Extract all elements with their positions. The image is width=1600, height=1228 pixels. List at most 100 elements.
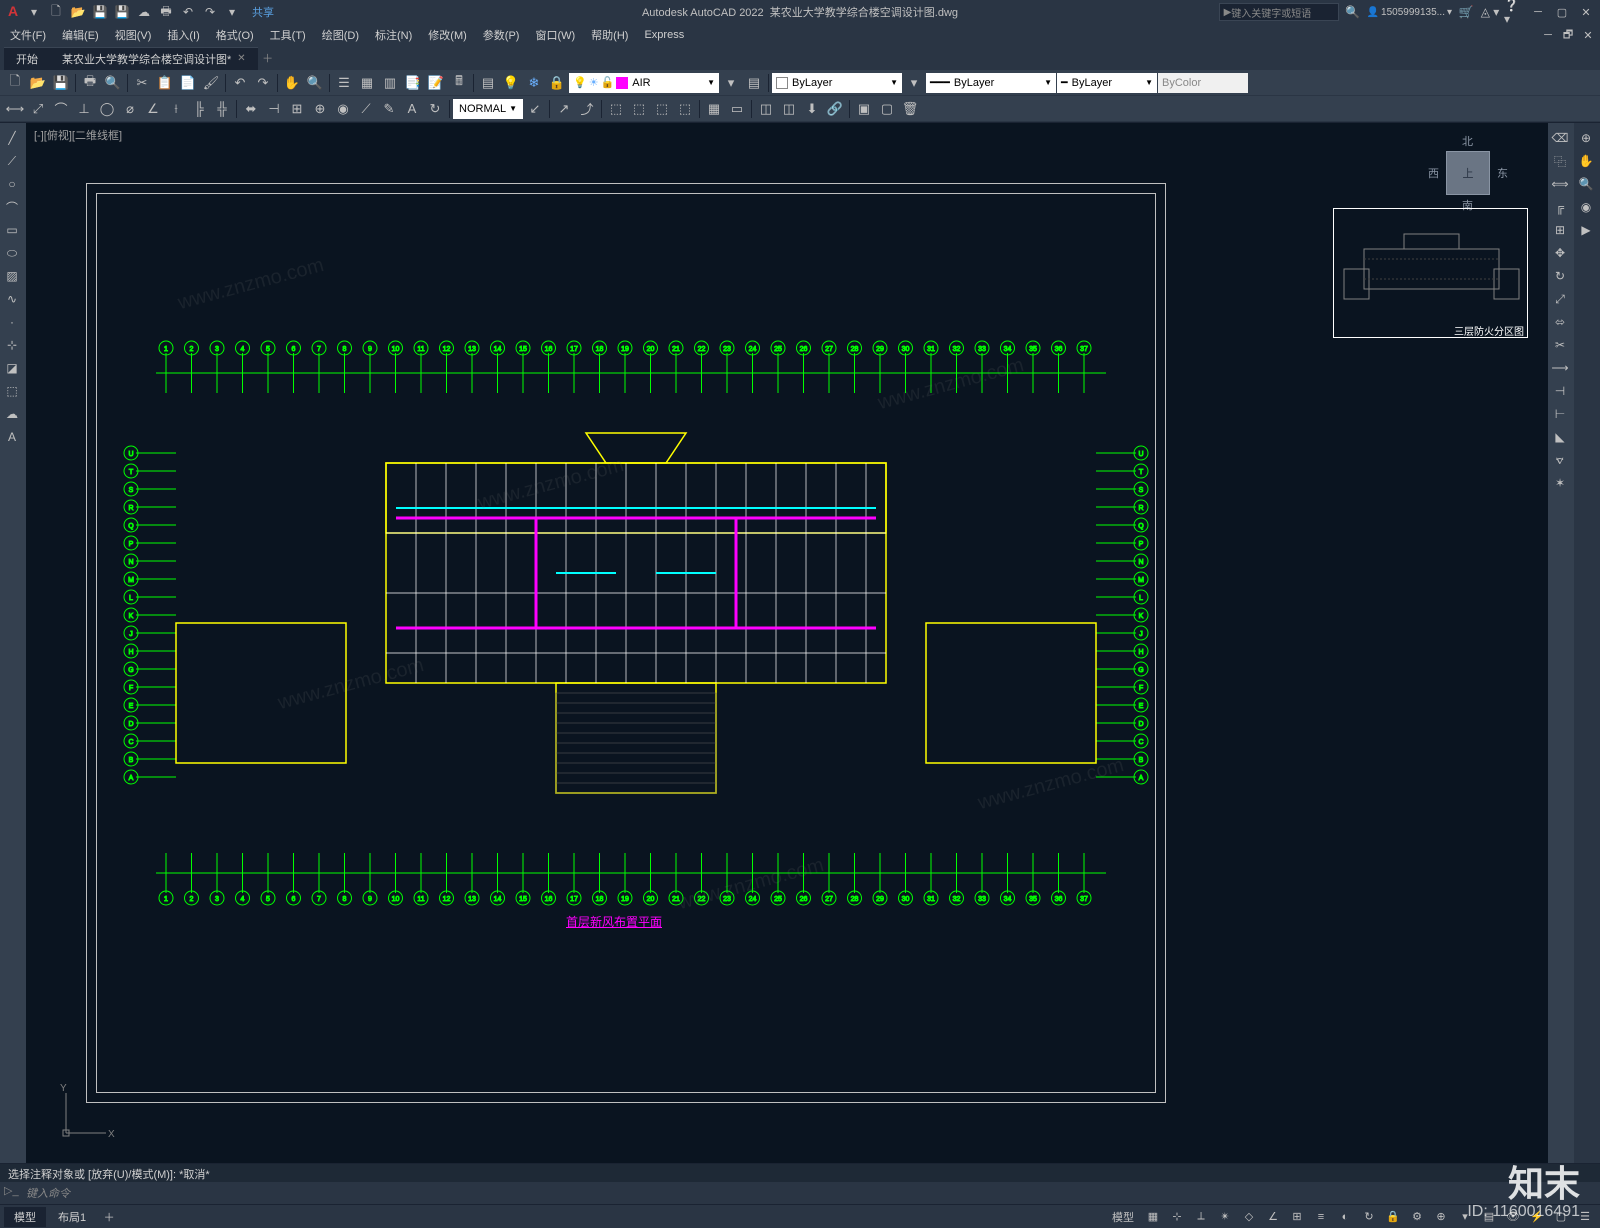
dimstyle-edit-icon[interactable]: ↙ <box>524 98 546 120</box>
dim-diameter-icon[interactable]: ⌀ <box>119 98 141 120</box>
menu-format[interactable]: 格式(O) <box>208 25 262 45</box>
boundary-icon[interactable]: ⬚ <box>0 380 24 402</box>
snap-toggle-icon[interactable]: ⊹ <box>1166 1207 1188 1227</box>
purge-icon[interactable]: 🗑 <box>899 98 921 120</box>
dim-linear-icon[interactable]: ⟷ <box>4 98 26 120</box>
mleader-icon[interactable]: ⤴ <box>576 98 598 120</box>
annotation-monitor-icon[interactable]: ⊕ <box>1430 1207 1452 1227</box>
toolpalette-icon[interactable]: ▥ <box>379 72 401 94</box>
scale-icon[interactable]: ⤢ <box>1548 288 1572 310</box>
linetype-dropdown[interactable]: ━━━ByLayer▼ <box>926 73 1056 93</box>
trim-icon[interactable]: ✂ <box>1548 334 1572 356</box>
pan-nav-icon[interactable]: ✋ <box>1574 150 1598 172</box>
drawing-canvas[interactable]: [-][俯视][二维线框] 北 南 西 东 上 三层防火分区图 <box>26 123 1548 1163</box>
copy-icon[interactable]: 📋 <box>154 72 176 94</box>
table-icon[interactable]: ▦ <box>703 98 725 120</box>
undo-icon[interactable]: ↶ <box>229 72 251 94</box>
workspace-icon[interactable]: ⚙ <box>1406 1207 1428 1227</box>
calc-icon[interactable]: 🖩 <box>448 72 470 94</box>
layer-tools-icon[interactable]: ▤ <box>743 72 765 94</box>
search-icon[interactable]: 🔍 <box>1343 2 1363 22</box>
chamfer-icon[interactable]: ◣ <box>1548 426 1572 448</box>
menu-tools[interactable]: 工具(T) <box>262 25 314 45</box>
tab-close-icon[interactable]: ✕ <box>237 53 245 64</box>
doc-minimize-button[interactable]: ─ <box>1538 26 1558 44</box>
mirror-icon[interactable]: ⟺ <box>1548 173 1572 195</box>
qat-saveas-icon[interactable]: 💾 <box>112 2 132 22</box>
user-account[interactable]: 👤 1505999135... ▾ <box>1367 7 1452 18</box>
insert-icon[interactable]: ⬇ <box>801 98 823 120</box>
help-icon[interactable]: ❔ ▾ <box>1504 2 1524 22</box>
break-icon[interactable]: ⊣ <box>1548 380 1572 402</box>
qat-new-icon[interactable]: ▾ <box>24 2 44 22</box>
leader-icon[interactable]: ↗ <box>553 98 575 120</box>
doc-restore-button[interactable]: 🗗 <box>1558 26 1578 44</box>
annotation-scale-icon[interactable]: 🔒 <box>1382 1207 1404 1227</box>
dim-arc-icon[interactable]: ⌒ <box>50 98 72 120</box>
explode-icon[interactable]: ✶ <box>1548 472 1572 494</box>
dim-aligned-icon[interactable]: ⤢ <box>27 98 49 120</box>
layer-dropdown[interactable]: 💡☀🔓 AIR ▼ <box>569 73 719 93</box>
viewcube-top-face[interactable]: 上 <box>1446 151 1490 195</box>
sheetset-icon[interactable]: 📑 <box>402 72 424 94</box>
model-tab[interactable]: 模型 <box>4 1207 46 1227</box>
properties-icon[interactable]: ☰ <box>333 72 355 94</box>
cut-icon[interactable]: ✂ <box>131 72 153 94</box>
menu-window[interactable]: 窗口(W) <box>527 25 583 45</box>
layout1-tab[interactable]: 布局1 <box>48 1207 96 1227</box>
viewport-label[interactable]: [-][俯视][二维线框] <box>34 127 122 143</box>
tab-drawing[interactable]: 某农业大学教学综合楼空调设计图*✕ <box>50 47 258 70</box>
color-dropdown[interactable]: ByLayer▼ <box>772 73 902 93</box>
dim-tool1-icon[interactable]: ⬚ <box>605 98 627 120</box>
menu-view[interactable]: 视图(V) <box>107 25 160 45</box>
grid-toggle-icon[interactable]: ▦ <box>1142 1207 1164 1227</box>
linetype-btn-icon[interactable]: ▾ <box>903 72 925 94</box>
dim-tool3-icon[interactable]: ⬚ <box>651 98 673 120</box>
ortho-toggle-icon[interactable]: ⟂ <box>1190 1207 1212 1227</box>
tab-start[interactable]: 开始 <box>4 47 50 70</box>
menu-dimension[interactable]: 标注(N) <box>367 25 420 45</box>
qat-undo-icon[interactable]: ↶ <box>178 2 198 22</box>
dim-baseline-icon[interactable]: ╠ <box>188 98 210 120</box>
zoom-extents-icon[interactable]: 🔍 <box>1574 173 1598 195</box>
join-icon[interactable]: ⊢ <box>1548 403 1572 425</box>
dim-tool2-icon[interactable]: ⬚ <box>628 98 650 120</box>
lineweight-toggle-icon[interactable]: ≡ <box>1310 1207 1332 1227</box>
stretch-icon[interactable]: ⬄ <box>1548 311 1572 333</box>
maximize-button[interactable]: ▢ <box>1552 3 1572 21</box>
dimstyle-dropdown[interactable]: NORMAL▼ <box>453 99 523 119</box>
ungroup-icon[interactable]: ▢ <box>876 98 898 120</box>
array-icon[interactable]: ⊞ <box>1548 219 1572 241</box>
field-icon[interactable]: ▭ <box>726 98 748 120</box>
dim-quick-icon[interactable]: ⟊ <box>165 98 187 120</box>
text-icon[interactable]: A <box>0 426 24 448</box>
ellipse-icon[interactable]: ⬭ <box>0 242 24 264</box>
otrack-toggle-icon[interactable]: ∠ <box>1262 1207 1284 1227</box>
tolerance-icon[interactable]: ⊞ <box>286 98 308 120</box>
layer-lock-icon[interactable]: 🔒 <box>546 72 568 94</box>
help-search-input[interactable]: ▶ 键入关键字或短语 <box>1219 3 1339 21</box>
menu-insert[interactable]: 插入(I) <box>159 25 207 45</box>
qat-plot-icon[interactable]: 🖶 <box>156 2 176 22</box>
qat-new-icon[interactable]: 🗋 <box>46 2 66 22</box>
revision-icon[interactable]: ☁ <box>0 403 24 425</box>
inspect-icon[interactable]: ◉ <box>332 98 354 120</box>
dim-ordinate-icon[interactable]: ⊥ <box>73 98 95 120</box>
orbit-icon[interactable]: ◉ <box>1574 196 1598 218</box>
osnap-toggle-icon[interactable]: ◇ <box>1238 1207 1260 1227</box>
view-cube[interactable]: 北 南 西 东 上 <box>1428 133 1508 213</box>
layer-state-icon[interactable]: ▾ <box>720 72 742 94</box>
save-icon[interactable]: 💾 <box>50 72 72 94</box>
dim-continue-icon[interactable]: ╬ <box>211 98 233 120</box>
new-icon[interactable]: 🗋 <box>4 72 26 94</box>
doc-close-button[interactable]: ✕ <box>1578 26 1598 44</box>
group-icon[interactable]: ▣ <box>853 98 875 120</box>
qat-open-icon[interactable]: 📂 <box>68 2 88 22</box>
layout-add-icon[interactable]: ＋ <box>98 1207 120 1227</box>
block-icon[interactable]: ◫ <box>755 98 777 120</box>
fullnav-icon[interactable]: ⊕ <box>1574 127 1598 149</box>
transparency-toggle-icon[interactable]: ◐ <box>1334 1207 1356 1227</box>
share-button[interactable]: 共享 <box>252 4 274 20</box>
circle-icon[interactable]: ○ <box>0 173 24 195</box>
qat-web-icon[interactable]: ☁ <box>134 2 154 22</box>
